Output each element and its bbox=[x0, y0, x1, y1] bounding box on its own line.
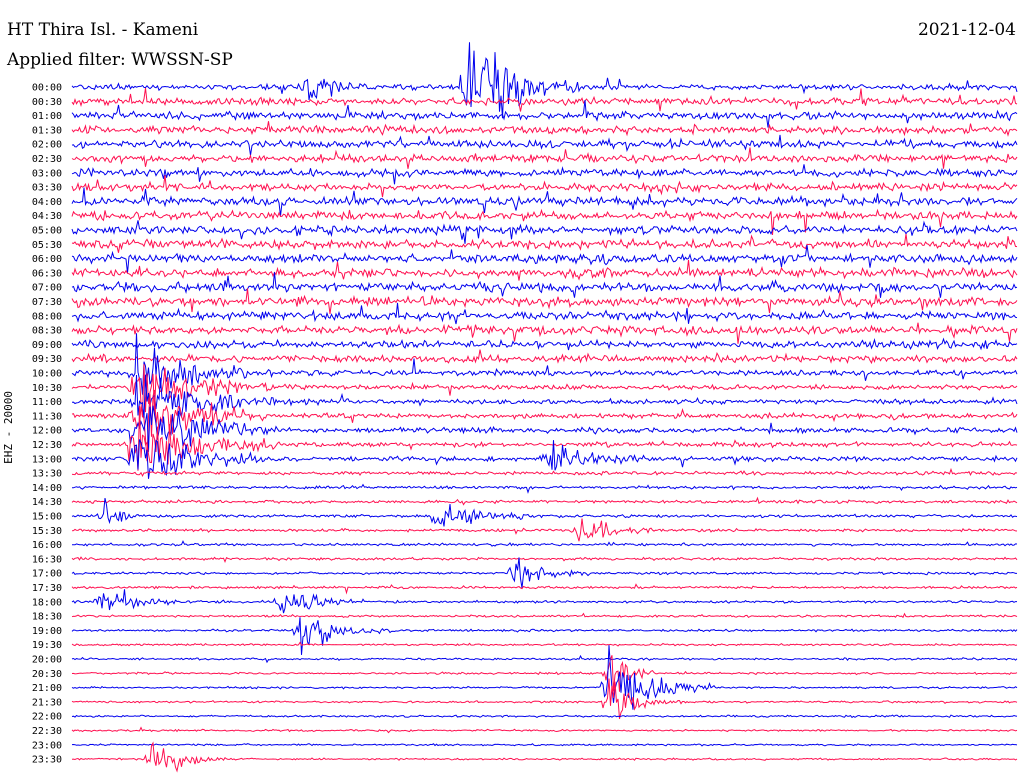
row-label: 07:30 bbox=[32, 297, 62, 308]
row-label: 20:30 bbox=[32, 669, 62, 680]
trace-row bbox=[71, 349, 1018, 365]
trace-row bbox=[72, 483, 1018, 494]
row-label: 08:00 bbox=[32, 311, 62, 322]
row-label: 14:30 bbox=[32, 497, 62, 508]
trace-row bbox=[71, 678, 1018, 720]
trace-row bbox=[71, 612, 1018, 619]
row-label: 08:30 bbox=[32, 326, 62, 337]
trace-row bbox=[71, 233, 1018, 253]
trace-row bbox=[71, 654, 1018, 664]
row-label: 23:00 bbox=[32, 740, 62, 751]
trace-row bbox=[71, 42, 1018, 119]
row-label: 12:00 bbox=[32, 426, 62, 437]
trace-row bbox=[71, 583, 1018, 595]
trace-row bbox=[71, 617, 1018, 655]
trace-row bbox=[71, 741, 1018, 773]
trace-row bbox=[71, 187, 1018, 216]
row-label: 14:00 bbox=[32, 483, 62, 494]
row-label: 03:30 bbox=[32, 183, 62, 194]
trace-row bbox=[71, 99, 1018, 128]
row-label: 11:00 bbox=[32, 397, 62, 408]
trace-row bbox=[71, 655, 1018, 692]
row-label: 06:00 bbox=[32, 254, 62, 265]
trace-row bbox=[71, 589, 1017, 614]
trace-row bbox=[71, 322, 1018, 344]
row-label: 10:00 bbox=[32, 369, 62, 380]
row-label: 20:00 bbox=[32, 655, 62, 666]
trace-row bbox=[71, 557, 1017, 589]
row-label: 22:00 bbox=[32, 712, 62, 723]
trace-row bbox=[71, 540, 1018, 547]
trace-row bbox=[71, 556, 1018, 564]
trace-row bbox=[71, 147, 1018, 169]
row-label: 22:30 bbox=[32, 726, 62, 737]
row-label: 16:30 bbox=[32, 554, 62, 565]
row-label: 00:00 bbox=[32, 83, 62, 94]
row-label: 17:30 bbox=[32, 583, 62, 594]
trace-row bbox=[71, 245, 1018, 273]
row-label: 17:00 bbox=[32, 569, 62, 580]
row-label: 21:00 bbox=[32, 683, 62, 694]
trace-row bbox=[71, 337, 1018, 351]
trace-row bbox=[71, 742, 1018, 747]
row-label: 10:30 bbox=[32, 383, 62, 394]
row-label: 04:00 bbox=[32, 197, 62, 208]
row-label: 07:00 bbox=[32, 283, 62, 294]
row-label: 13:30 bbox=[32, 469, 62, 480]
row-label: 23:30 bbox=[32, 755, 62, 766]
helicorder-plot: 00:00 00:30 01:00 01:30 02:00 02:30 03:00 03:30… bbox=[32, 42, 1018, 773]
trace-row bbox=[71, 496, 1018, 506]
row-label: 12:30 bbox=[32, 440, 62, 451]
row-labels: 00:00 00:30 01:00 01:30 02:00 02:30 03:00 03:30… bbox=[32, 83, 62, 766]
trace-row bbox=[71, 641, 1018, 647]
trace-row bbox=[71, 714, 1018, 719]
row-label: 05:00 bbox=[32, 226, 62, 237]
row-label: 00:30 bbox=[32, 97, 62, 108]
row-label: 09:00 bbox=[32, 340, 62, 351]
row-label: 15:30 bbox=[32, 526, 62, 537]
row-label: 01:00 bbox=[32, 111, 62, 122]
trace-row bbox=[71, 518, 1018, 542]
row-label: 18:30 bbox=[32, 612, 62, 623]
row-label: 15:00 bbox=[32, 512, 62, 523]
row-label: 18:00 bbox=[32, 597, 62, 608]
row-label: 16:00 bbox=[32, 540, 62, 551]
row-label: 05:30 bbox=[32, 240, 62, 251]
row-label: 06:30 bbox=[32, 268, 62, 279]
row-label: 04:30 bbox=[32, 211, 62, 222]
row-label: 11:30 bbox=[32, 411, 62, 422]
trace-row bbox=[71, 174, 1018, 198]
row-label: 02:30 bbox=[32, 154, 62, 165]
trace-row bbox=[71, 467, 1018, 478]
trace-row bbox=[71, 288, 1018, 314]
traces bbox=[71, 42, 1018, 773]
row-label: 19:00 bbox=[32, 626, 62, 637]
trace-row bbox=[71, 645, 1018, 710]
trace-row bbox=[71, 220, 1018, 244]
row-label: 19:30 bbox=[32, 640, 62, 651]
row-label: 21:30 bbox=[32, 697, 62, 708]
trace-row bbox=[71, 121, 1018, 137]
trace-row bbox=[71, 259, 1018, 281]
trace-row bbox=[71, 134, 1018, 156]
trace-row bbox=[71, 726, 1018, 734]
row-label: 03:00 bbox=[32, 168, 62, 179]
trace-row bbox=[71, 497, 1018, 527]
row-label: 01:30 bbox=[32, 125, 62, 136]
row-label: 09:30 bbox=[32, 354, 62, 365]
trace-row bbox=[71, 302, 1018, 325]
row-label: 02:00 bbox=[32, 140, 62, 151]
row-label: 13:00 bbox=[32, 454, 62, 465]
